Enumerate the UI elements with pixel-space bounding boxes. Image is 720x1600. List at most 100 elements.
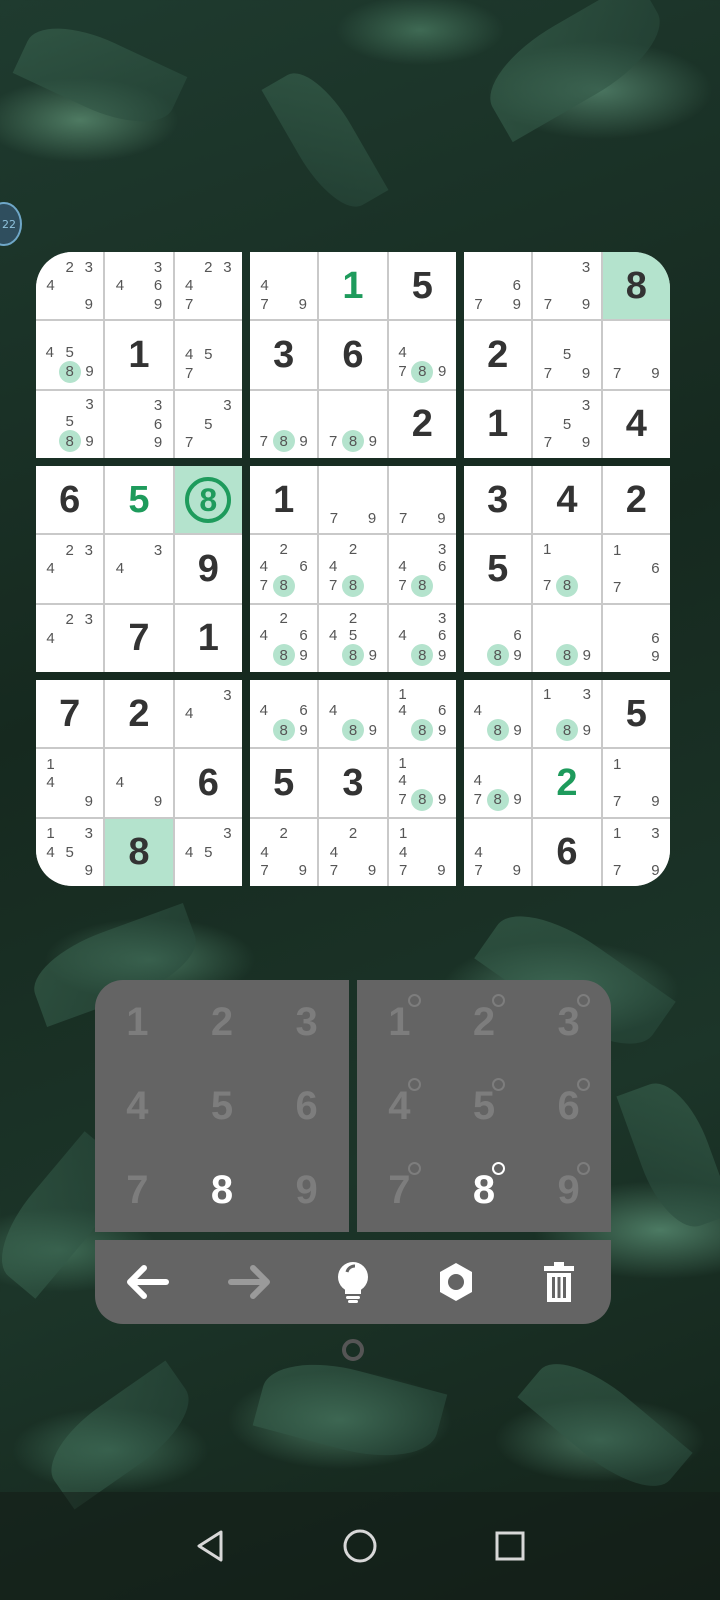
sudoku-cell[interactable]: 489 bbox=[464, 680, 532, 748]
sudoku-cell[interactable]: 14 789 bbox=[388, 749, 456, 817]
digit-key-6[interactable]: 6 bbox=[264, 1064, 349, 1148]
sudoku-cell[interactable]: 23 4 bbox=[36, 535, 104, 603]
sudoku-cell[interactable]: 9 bbox=[174, 535, 242, 603]
sudoku-cell[interactable]: 5 bbox=[250, 749, 318, 817]
sudoku-cell[interactable]: 23 47 bbox=[174, 252, 242, 320]
sudoku-cell[interactable]: 6 bbox=[174, 749, 242, 817]
sudoku-cell[interactable]: 8 bbox=[174, 466, 242, 534]
delete-button[interactable] bbox=[508, 1240, 611, 1324]
sudoku-cell[interactable]: 789 bbox=[250, 390, 318, 458]
note-key-6[interactable]: 6 bbox=[526, 1064, 611, 1148]
digit-key-8[interactable]: 8 bbox=[180, 1148, 265, 1232]
sudoku-cell[interactable]: 34 bbox=[174, 680, 242, 748]
sudoku-cell[interactable]: 1 389 bbox=[533, 680, 601, 748]
sudoku-cell[interactable]: 89 bbox=[533, 604, 601, 672]
sudoku-cell[interactable]: 6 bbox=[36, 466, 104, 534]
sudoku-cell[interactable]: 489 bbox=[319, 680, 387, 748]
note-key-3[interactable]: 3 bbox=[526, 980, 611, 1064]
sudoku-cell[interactable]: 1 6 7 bbox=[602, 535, 670, 603]
sudoku-cell[interactable]: 1 78 bbox=[533, 535, 601, 603]
sudoku-cell[interactable]: 79 bbox=[602, 321, 670, 389]
sudoku-cell[interactable]: 357 9 bbox=[533, 390, 601, 458]
sudoku-cell[interactable]: 247 9 bbox=[319, 818, 387, 886]
sudoku-cell[interactable]: 79 bbox=[388, 466, 456, 534]
sudoku-cell[interactable]: 6 7 9 bbox=[464, 252, 532, 320]
digit-key-9[interactable]: 9 bbox=[264, 1148, 349, 1232]
sudoku-cell[interactable]: 14 9 bbox=[36, 749, 104, 817]
edge-badge[interactable]: 22 bbox=[0, 202, 22, 246]
sudoku-cell[interactable]: 1 bbox=[250, 466, 318, 534]
sudoku-cell[interactable]: 1 7 9 bbox=[602, 749, 670, 817]
sudoku-cell[interactable]: 4 689 bbox=[250, 680, 318, 748]
sudoku-cell[interactable]: 2 bbox=[464, 321, 532, 389]
sudoku-cell[interactable]: 14 689 bbox=[388, 680, 456, 748]
note-key-2[interactable]: 2 bbox=[442, 980, 527, 1064]
hint-button[interactable] bbox=[301, 1240, 404, 1324]
sudoku-cell[interactable]: 5 bbox=[602, 680, 670, 748]
sudoku-cell[interactable]: 3 4 689 bbox=[388, 604, 456, 672]
sudoku-cell[interactable]: 4 789 bbox=[464, 749, 532, 817]
sudoku-cell[interactable]: 4 789 bbox=[388, 321, 456, 389]
sudoku-cell[interactable]: 24 689 bbox=[250, 604, 318, 672]
sudoku-cell[interactable]: 8 bbox=[105, 818, 173, 886]
digit-key-3[interactable]: 3 bbox=[264, 980, 349, 1064]
sudoku-cell[interactable]: 4589 bbox=[36, 321, 104, 389]
sudoku-cell[interactable]: 147 9 bbox=[388, 818, 456, 886]
digit-key-2[interactable]: 2 bbox=[180, 980, 265, 1064]
sudoku-cell[interactable]: 1 bbox=[464, 390, 532, 458]
sudoku-cell[interactable]: 3 bbox=[250, 321, 318, 389]
note-key-4[interactable]: 4 bbox=[357, 1064, 442, 1148]
home-nav-button[interactable] bbox=[285, 1506, 435, 1586]
sudoku-cell[interactable]: 24 6 78 bbox=[250, 535, 318, 603]
sudoku-cell[interactable]: 4 bbox=[602, 390, 670, 458]
sudoku-cell[interactable]: 1 3 459 bbox=[36, 818, 104, 886]
sudoku-cell[interactable]: 3 4 6 78 bbox=[388, 535, 456, 603]
sudoku-cell[interactable]: 3 45 bbox=[174, 818, 242, 886]
sudoku-cell[interactable]: 357 bbox=[174, 390, 242, 458]
sudoku-cell[interactable]: 789 bbox=[319, 390, 387, 458]
sudoku-cell[interactable]: 247 9 bbox=[250, 818, 318, 886]
sudoku-cell[interactable]: 1 bbox=[105, 321, 173, 389]
sudoku-cell[interactable]: 23 4 9 bbox=[36, 252, 104, 320]
sudoku-cell[interactable]: 34 bbox=[105, 535, 173, 603]
sudoku-cell[interactable]: 3 4 69 bbox=[105, 252, 173, 320]
digit-key-5[interactable]: 5 bbox=[180, 1064, 265, 1148]
sudoku-cell[interactable]: 1 bbox=[174, 604, 242, 672]
sudoku-cell[interactable]: 24 78 bbox=[319, 535, 387, 603]
sudoku-cell[interactable]: 5 bbox=[464, 535, 532, 603]
sudoku-cell[interactable]: 69 bbox=[602, 604, 670, 672]
sudoku-cell[interactable]: 3589 bbox=[36, 390, 104, 458]
sudoku-cell[interactable]: 79 bbox=[319, 466, 387, 534]
sudoku-cell[interactable]: 1 3 7 9 bbox=[602, 818, 670, 886]
sudoku-cell[interactable]: 3 bbox=[319, 749, 387, 817]
undo-button[interactable] bbox=[95, 1240, 198, 1324]
note-key-1[interactable]: 1 bbox=[357, 980, 442, 1064]
back-nav-button[interactable] bbox=[135, 1506, 285, 1586]
sudoku-cell[interactable]: 2 bbox=[602, 466, 670, 534]
sudoku-cell[interactable]: 57 9 bbox=[533, 321, 601, 389]
redo-button[interactable] bbox=[198, 1240, 301, 1324]
digit-key-1[interactable]: 1 bbox=[95, 980, 180, 1064]
sudoku-cell[interactable]: 24589 bbox=[319, 604, 387, 672]
note-key-9[interactable]: 9 bbox=[526, 1148, 611, 1232]
sudoku-cell[interactable]: 5 bbox=[388, 252, 456, 320]
sudoku-cell[interactable]: 23 4 bbox=[36, 604, 104, 672]
sudoku-cell[interactable]: 2 bbox=[388, 390, 456, 458]
note-key-7[interactable]: 7 bbox=[357, 1148, 442, 1232]
sudoku-cell[interactable]: 47 9 bbox=[464, 818, 532, 886]
sudoku-cell[interactable]: 7 bbox=[36, 680, 104, 748]
sudoku-cell[interactable]: 689 bbox=[464, 604, 532, 672]
sudoku-cell[interactable]: 6 bbox=[319, 321, 387, 389]
sudoku-cell[interactable]: 2 bbox=[533, 749, 601, 817]
sudoku-cell[interactable]: 49 bbox=[105, 749, 173, 817]
sudoku-cell[interactable]: 3 7 9 bbox=[533, 252, 601, 320]
digit-key-4[interactable]: 4 bbox=[95, 1064, 180, 1148]
sudoku-cell[interactable]: 1 bbox=[319, 252, 387, 320]
sudoku-cell[interactable]: 8 bbox=[602, 252, 670, 320]
sudoku-cell[interactable]: 5 bbox=[105, 466, 173, 534]
note-key-8[interactable]: 8 bbox=[442, 1148, 527, 1232]
digit-key-7[interactable]: 7 bbox=[95, 1148, 180, 1232]
sudoku-cell[interactable]: 47 9 bbox=[250, 252, 318, 320]
settings-button[interactable] bbox=[405, 1240, 508, 1324]
sudoku-cell[interactable]: 4 bbox=[533, 466, 601, 534]
